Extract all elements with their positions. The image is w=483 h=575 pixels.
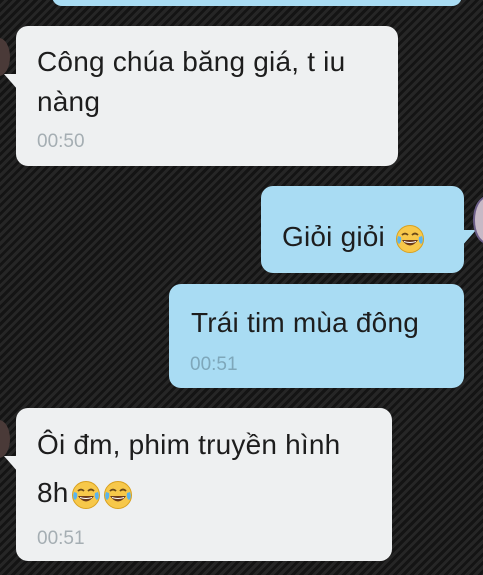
face-with-tears-of-joy-icon bbox=[395, 224, 425, 254]
message-bubble-incoming[interactable]: Ôi đm, phim truyền hình 8h 00:51 bbox=[16, 408, 392, 561]
message-bubble-incoming[interactable]: Công chúa băng giá, t iu nàng 00:50 bbox=[16, 26, 398, 166]
message-timestamp: 00:50 bbox=[37, 131, 85, 152]
message-text-content: Giỏi giỏi bbox=[282, 221, 385, 252]
message-timestamp: 00:51 bbox=[190, 354, 238, 375]
face-with-tears-of-joy-icon bbox=[103, 480, 133, 510]
message-text: Ôi đm, phim truyền hình bbox=[37, 429, 341, 460]
message-bubble-outgoing[interactable]: Giỏi giỏi bbox=[261, 186, 464, 273]
message-text: Trái tim mùa đông bbox=[191, 307, 420, 338]
message-timestamp: 00:51 bbox=[37, 528, 85, 549]
message-text: nàng bbox=[37, 86, 101, 117]
bubble-tail bbox=[462, 230, 476, 246]
contact-avatar[interactable] bbox=[0, 38, 10, 76]
message-text: 8h bbox=[37, 472, 133, 513]
message-bubble-partial-top[interactable] bbox=[52, 0, 462, 6]
message-text: Công chúa băng giá, t iu bbox=[37, 46, 346, 77]
contact-avatar[interactable] bbox=[0, 420, 10, 458]
message-text-content: 8h bbox=[37, 477, 69, 508]
message-text: Giỏi giỏi bbox=[282, 216, 425, 257]
message-bubble-outgoing[interactable]: Trái tim mùa đông 00:51 bbox=[169, 284, 464, 388]
face-with-tears-of-joy-icon bbox=[71, 480, 101, 510]
